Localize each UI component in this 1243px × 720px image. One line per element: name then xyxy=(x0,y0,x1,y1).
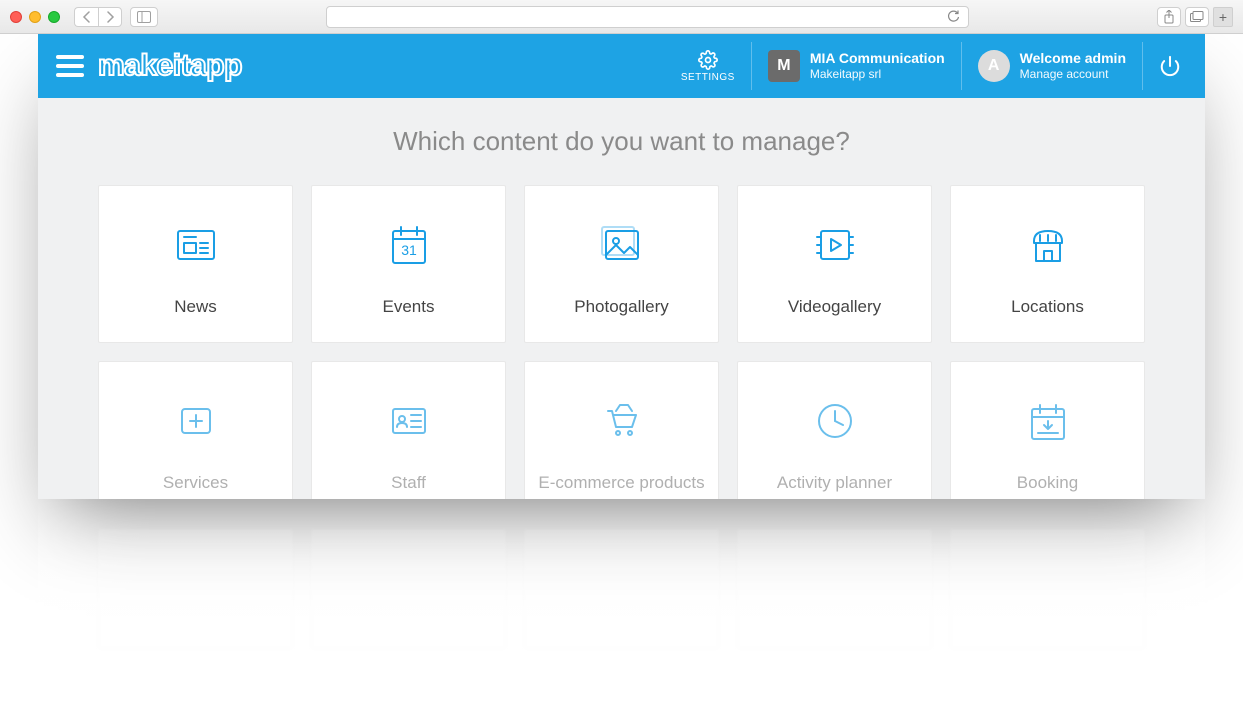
window-controls xyxy=(10,11,60,23)
videogallery-icon xyxy=(809,219,861,271)
app-window: makeitapp SETTINGS M MIA Communication M… xyxy=(38,34,1205,499)
manage-account-link: Manage account xyxy=(1020,67,1126,81)
card-events[interactable]: 31 Events xyxy=(311,185,506,343)
org-avatar: M xyxy=(768,50,800,82)
staff-icon xyxy=(383,395,435,447)
locations-icon xyxy=(1022,219,1074,271)
card-news[interactable]: News xyxy=(98,185,293,343)
browser-toolbar: + xyxy=(0,0,1243,34)
app-topbar: makeitapp SETTINGS M MIA Communication M… xyxy=(38,34,1205,98)
new-tab-button[interactable]: + xyxy=(1213,7,1233,27)
gear-icon xyxy=(698,50,718,70)
org-sub: Makeitapp srl xyxy=(810,67,945,81)
settings-label: SETTINGS xyxy=(681,72,735,83)
reload-icon[interactable] xyxy=(947,10,960,23)
organization-switcher[interactable]: M MIA Communication Makeitapp srl xyxy=(752,42,962,90)
card-label: Events xyxy=(383,297,435,317)
card-label: E-commerce products xyxy=(538,473,704,493)
card-label: Activity planner xyxy=(777,473,892,493)
reflection-decoration xyxy=(38,499,1205,719)
welcome-text: Welcome admin xyxy=(1020,50,1126,67)
tabs-button[interactable] xyxy=(1185,7,1209,27)
card-label: Photogallery xyxy=(574,297,669,317)
settings-button[interactable]: SETTINGS xyxy=(665,42,752,90)
events-icon: 31 xyxy=(383,219,435,271)
card-label: Videogallery xyxy=(788,297,881,317)
card-activity[interactable]: Activity planner xyxy=(737,361,932,499)
news-icon xyxy=(170,219,222,271)
card-services[interactable]: Services xyxy=(98,361,293,499)
card-label: Locations xyxy=(1011,297,1084,317)
ecommerce-icon xyxy=(596,395,648,447)
app-logo[interactable]: makeitapp xyxy=(98,49,242,83)
svg-text:31: 31 xyxy=(401,242,417,258)
card-booking[interactable]: Booking xyxy=(950,361,1145,499)
card-locations[interactable]: Locations xyxy=(950,185,1145,343)
user-avatar: A xyxy=(978,50,1010,82)
share-button[interactable] xyxy=(1157,7,1181,27)
activity-icon xyxy=(809,395,861,447)
forward-button[interactable] xyxy=(98,7,122,27)
card-videogallery[interactable]: Videogallery xyxy=(737,185,932,343)
close-window-button[interactable] xyxy=(10,11,22,23)
sidebar-toggle-button[interactable] xyxy=(130,7,158,27)
content-grid: News 31 Events Photogallery Videogallery Loca… xyxy=(98,185,1145,499)
card-label: Services xyxy=(163,473,228,493)
card-staff[interactable]: Staff xyxy=(311,361,506,499)
back-button[interactable] xyxy=(74,7,98,27)
logout-button[interactable] xyxy=(1143,42,1187,90)
card-photogallery[interactable]: Photogallery xyxy=(524,185,719,343)
card-ecommerce[interactable]: E-commerce products xyxy=(524,361,719,499)
page-title: Which content do you want to manage? xyxy=(98,126,1145,157)
main-content: Which content do you want to manage? New… xyxy=(38,98,1205,499)
power-icon xyxy=(1159,55,1181,77)
card-label: Booking xyxy=(1017,473,1078,493)
services-icon xyxy=(170,395,222,447)
maximize-window-button[interactable] xyxy=(48,11,60,23)
card-label: News xyxy=(174,297,217,317)
booking-icon xyxy=(1022,395,1074,447)
url-bar[interactable] xyxy=(326,6,969,28)
account-menu[interactable]: A Welcome admin Manage account xyxy=(962,42,1143,90)
photogallery-icon xyxy=(596,219,648,271)
minimize-window-button[interactable] xyxy=(29,11,41,23)
org-name: MIA Communication xyxy=(810,50,945,67)
card-label: Staff xyxy=(391,473,426,493)
menu-button[interactable] xyxy=(56,55,84,77)
